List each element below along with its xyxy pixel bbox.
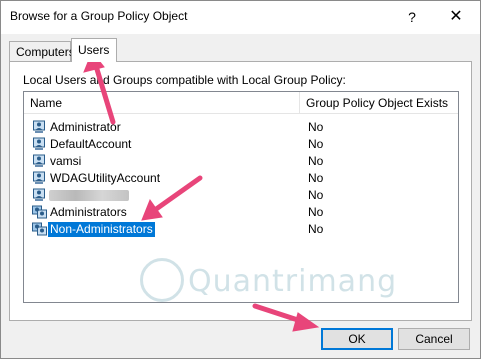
row-name: DefaultAccount — [50, 137, 132, 151]
user-icon — [32, 120, 47, 135]
list-row[interactable]: No — [24, 187, 458, 204]
row-gpo-exists: No — [308, 154, 324, 168]
help-button[interactable]: ? — [398, 3, 426, 31]
cancel-button[interactable]: Cancel — [398, 328, 470, 350]
ok-button[interactable]: OK — [321, 328, 393, 350]
user-icon — [32, 137, 47, 152]
row-name: Administrator — [50, 120, 121, 134]
tab-computers[interactable]: Computers — [9, 41, 75, 61]
list-row[interactable]: vamsi No — [24, 153, 458, 170]
list-row[interactable]: Administrator No — [24, 119, 458, 136]
row-gpo-exists: No — [308, 120, 324, 134]
row-gpo-exists: No — [308, 171, 324, 185]
close-button[interactable]: ✕ — [438, 3, 474, 31]
panel-description-label: Local Users and Groups compatible with L… — [23, 73, 346, 87]
tab-users[interactable]: Users — [71, 38, 117, 62]
list-row[interactable]: Non-Administrators No — [24, 221, 458, 238]
row-gpo-exists: No — [308, 222, 324, 236]
group-icon — [32, 222, 47, 237]
row-name: Administrators — [50, 205, 127, 219]
row-gpo-exists: No — [308, 205, 324, 219]
row-name: vamsi — [50, 154, 82, 168]
list-row[interactable]: WDAGUtilityAccount No — [24, 170, 458, 187]
title-bar: Browse for a Group Policy Object ? ✕ — [0, 0, 481, 34]
user-icon — [32, 188, 47, 203]
list-row[interactable]: DefaultAccount No — [24, 136, 458, 153]
row-name: Non-Administrators — [47, 221, 156, 238]
users-groups-list[interactable]: Name Group Policy Object Exists Administ… — [23, 91, 459, 303]
window-title: Browse for a Group Policy Object — [10, 9, 188, 23]
column-header-gpo-exists[interactable]: Group Policy Object Exists — [300, 92, 458, 114]
group-icon — [32, 205, 47, 220]
redacted-name — [49, 190, 129, 201]
column-header-name[interactable]: Name — [24, 92, 300, 114]
list-row[interactable]: Administrators No — [24, 204, 458, 221]
user-icon — [32, 171, 47, 186]
row-name: WDAGUtilityAccount — [50, 171, 161, 185]
row-gpo-exists: No — [308, 188, 324, 202]
user-icon — [32, 154, 47, 169]
row-gpo-exists: No — [308, 137, 324, 151]
